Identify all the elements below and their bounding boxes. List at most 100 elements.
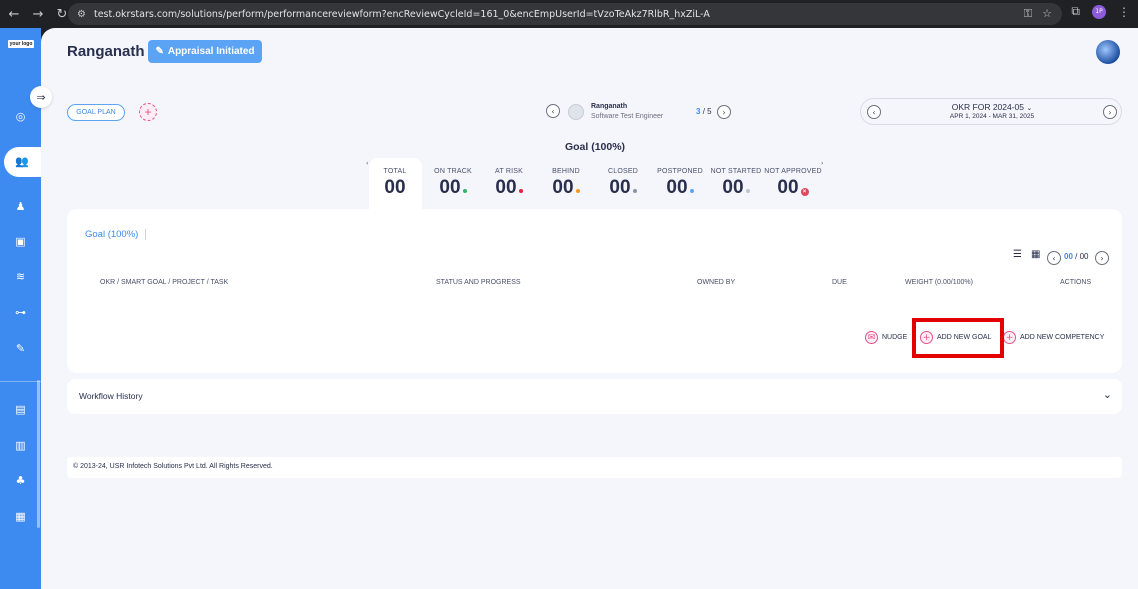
site-info-icon[interactable]: ⚙ — [77, 9, 86, 20]
nudge-button[interactable]: ✉ NUDGE — [865, 331, 907, 344]
close-circle-icon: × — [800, 188, 809, 196]
app-sidebar: your logo ◎ 👥 ♟ ▣ ≋ ⊶ ✎ ▤ ▥ ♣ ▦ — [0, 28, 41, 589]
goal-plan-button[interactable]: GOAL PLAN — [67, 104, 125, 121]
stat-label: BEHIND — [552, 168, 580, 175]
analytics-icon[interactable]: ▦ — [14, 510, 27, 523]
stat-postponed[interactable]: POSTPONED 00 — [650, 168, 710, 199]
people-icon: 👥 — [15, 155, 29, 168]
cycle-title[interactable]: OKR FOR 2024-05 ⌄ — [861, 102, 1123, 112]
nudge-label: NUDGE — [882, 334, 908, 341]
stat-value: 00 — [777, 177, 799, 198]
add-new-competency-button[interactable]: + ADD NEW COMPETENCY — [1003, 331, 1104, 344]
stat-value: 00 — [609, 177, 631, 198]
stat-closed[interactable]: CLOSED 00 — [593, 168, 653, 199]
employee-pager: 3 / 5 — [696, 107, 712, 116]
stat-not-approved[interactable]: NOT APPROVED 00 × — [763, 168, 823, 199]
collapse-sidebar-button[interactable]: ⇒ — [30, 86, 52, 108]
user-avatar[interactable] — [1096, 40, 1120, 64]
next-employee-chevron-right-icon[interactable]: › — [717, 105, 731, 119]
cycle-title-text: OKR FOR 2024-05 — [951, 102, 1025, 112]
stat-on-track[interactable]: ON TRACK 00 — [423, 168, 483, 199]
copyright-text: © 2013-24, USR Infotech Solutions Pvt Lt… — [73, 463, 273, 470]
sidebar-scrollbar[interactable] — [37, 380, 40, 528]
tab-separator — [145, 229, 146, 240]
employee-avatar — [568, 104, 584, 120]
plus-icon: + — [1003, 331, 1016, 344]
extensions-icon[interactable]: ⧉ — [1071, 4, 1080, 19]
report-icon[interactable]: ▤ — [14, 403, 27, 416]
grid-view-icon[interactable]: ▦ — [1031, 249, 1040, 260]
workflow-history-panel[interactable]: Workflow History ⌄ — [67, 379, 1122, 414]
address-bar[interactable]: ⚙ test.okrstars.com/solutions/perform/pe… — [68, 3, 1062, 25]
column-header-due: DUE — [832, 279, 847, 286]
target-icon[interactable]: ◎ — [14, 110, 27, 123]
column-header-status: STATUS AND PROGRESS — [436, 279, 521, 286]
status-dot — [689, 189, 694, 193]
status-dot — [575, 189, 580, 193]
column-header-owner: OWNED BY — [697, 279, 736, 286]
url-text[interactable]: test.okrstars.com/solutions/perform/perf… — [94, 9, 710, 20]
stat-behind[interactable]: BEHIND 00 — [536, 168, 596, 199]
employee-pager-current: 3 — [696, 107, 701, 116]
stat-total[interactable]: TOTAL 00 — [365, 168, 425, 199]
chevron-down-icon: ⌄ — [1026, 104, 1033, 112]
employee-role: Software Test Engineer — [591, 113, 664, 120]
growth-icon[interactable]: ≋ — [14, 270, 27, 283]
employee-name: Ranganath — [591, 103, 628, 110]
stat-label: CLOSED — [608, 168, 638, 175]
stat-label: POSTPONED — [657, 168, 703, 175]
forward-icon[interactable]: → — [28, 4, 48, 24]
browser-profile-avatar[interactable]: 1P — [1092, 4, 1106, 19]
bookmark-star-icon[interactable]: ☆ — [1042, 7, 1052, 21]
tab-goal[interactable]: Goal (100%) — [85, 229, 138, 240]
next-cycle-chevron-right-icon[interactable]: › — [1103, 105, 1117, 119]
back-icon[interactable]: ← — [4, 4, 24, 24]
chevron-down-icon[interactable]: ⌄ — [1103, 388, 1112, 401]
goal-heading: Goal (100%) — [564, 141, 626, 153]
footer: © 2013-24, USR Infotech Solutions Pvt Lt… — [67, 457, 1122, 478]
pencil-icon: ✎ — [155, 46, 164, 57]
stat-value: 00 — [439, 177, 461, 198]
library-icon[interactable]: ▥ — [14, 439, 27, 452]
person-icon[interactable]: ♟ — [14, 200, 27, 213]
status-dot — [462, 189, 467, 193]
stat-value: 00 — [384, 177, 406, 198]
add-competency-label: ADD NEW COMPETENCY — [1020, 334, 1105, 341]
password-key-icon[interactable]: ⚿ — [1024, 7, 1032, 21]
column-header-okr: OKR / SMART GOAL / PROJECT / TASK — [100, 279, 229, 286]
stat-label: AT RISK — [495, 168, 523, 175]
cycle-selector[interactable]: ‹ OKR FOR 2024-05 ⌄ APR 1, 2024 - MAR 31… — [860, 98, 1122, 125]
stat-at-risk[interactable]: AT RISK 00 — [479, 168, 539, 199]
status-dot — [745, 189, 750, 193]
prev-employee-chevron-left-icon[interactable]: ‹ — [546, 104, 560, 118]
browser-menu-icon[interactable]: ⋮ — [1118, 5, 1130, 19]
stat-value: 00 — [666, 177, 688, 198]
status-dot — [632, 189, 637, 193]
stat-value: 00 — [722, 177, 744, 198]
stats-scroll-right-icon[interactable]: › — [821, 160, 823, 167]
book-icon[interactable]: ▣ — [14, 235, 27, 248]
company-logo: your logo — [8, 40, 34, 48]
edit-doc-icon[interactable]: ✎ — [14, 342, 27, 355]
goals-pager-sep: / — [1075, 252, 1078, 261]
goals-pager-total: 00 — [1079, 252, 1089, 261]
stat-not-started[interactable]: NOT STARTED 00 — [706, 168, 766, 199]
prev-page-chevron-left-icon[interactable]: ‹ — [1047, 251, 1061, 265]
team-icon[interactable]: ♣ — [14, 474, 27, 487]
employee-pager-total: 5 — [707, 107, 712, 116]
list-view-icon[interactable]: ☰ — [1013, 249, 1022, 260]
stat-value: 00 — [552, 177, 574, 198]
add-icon[interactable]: + — [139, 103, 157, 121]
goals-pager: 00 / 00 — [1064, 252, 1089, 261]
browser-toolbar: ← → ↻ ⚙ test.okrstars.com/solutions/perf… — [0, 0, 1138, 28]
goals-pager-current: 00 — [1064, 252, 1073, 261]
stat-label: NOT STARTED — [710, 168, 762, 175]
status-dot — [518, 189, 523, 193]
appraisal-status-button[interactable]: ✎ Appraisal Initiated — [148, 40, 262, 63]
next-page-chevron-right-icon[interactable]: › — [1095, 251, 1109, 265]
stat-label: NOT APPROVED — [764, 168, 822, 175]
page-title: Ranganath — [67, 43, 145, 60]
highlight-box — [912, 318, 1004, 358]
hierarchy-icon[interactable]: ⊶ — [14, 306, 27, 319]
stat-label: ON TRACK — [434, 168, 472, 175]
